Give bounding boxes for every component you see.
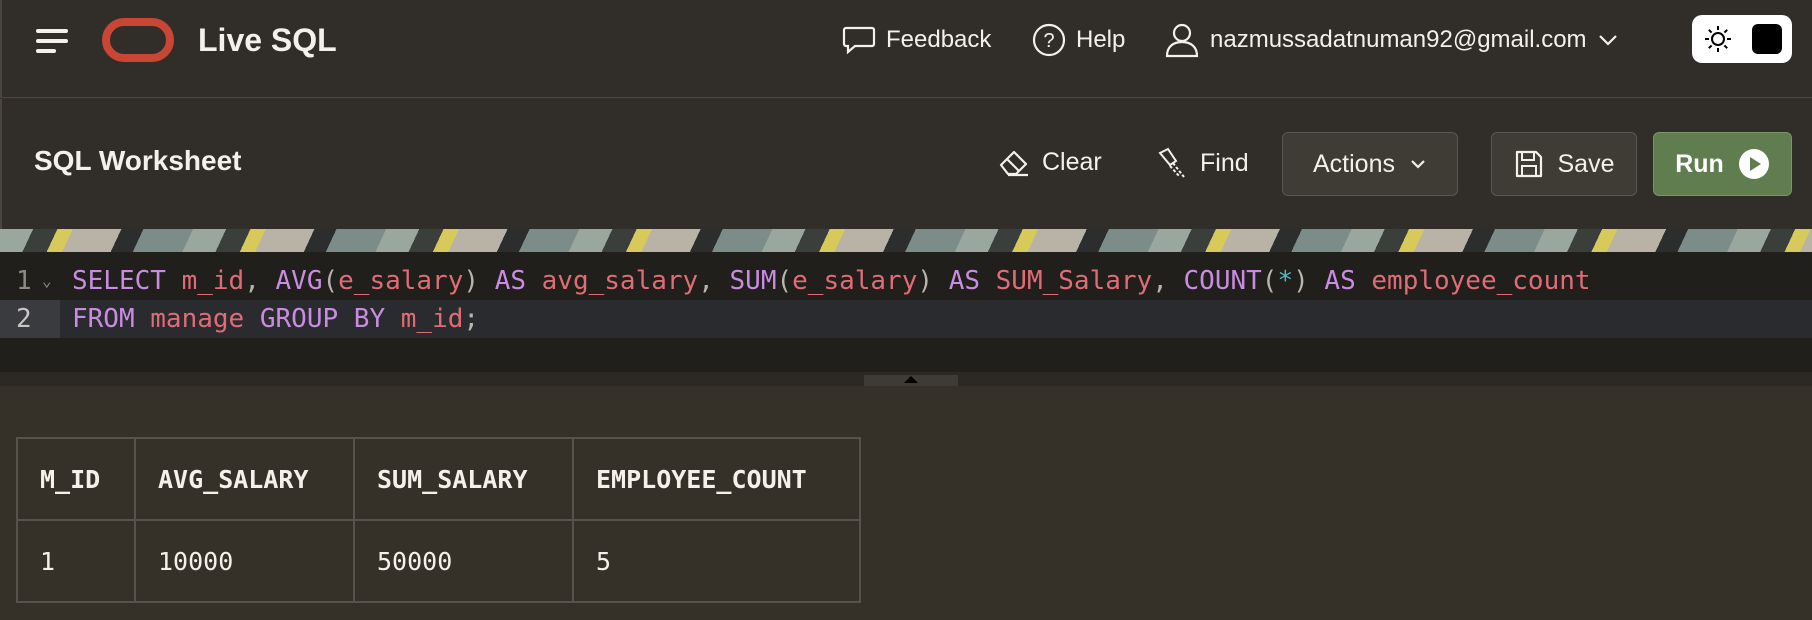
help-label: Help: [1076, 26, 1126, 53]
column-header: AVG_SALARY: [134, 437, 355, 521]
menu-icon[interactable]: [36, 27, 70, 53]
worksheet-toolbar: SQL Worksheet Clear Find Actions Save Ru…: [0, 99, 1812, 229]
table-cell: 10000: [134, 519, 355, 603]
help-circle-icon: ?: [1032, 23, 1066, 57]
play-icon: [1738, 149, 1769, 179]
run-label: Run: [1675, 149, 1724, 178]
clear-label: Clear: [1042, 147, 1102, 176]
sun-icon: [1705, 26, 1731, 52]
toggle-knob: [1752, 24, 1782, 54]
decorative-banner: [0, 229, 1812, 252]
run-button[interactable]: Run: [1653, 132, 1792, 196]
chevron-down-icon: [1598, 35, 1617, 46]
table-cell: 50000: [353, 519, 574, 603]
save-icon: [1515, 150, 1542, 178]
column-header: SUM_SALARY: [353, 437, 574, 521]
code-line[interactable]: 1 ⌄ SELECT m_id, AVG(e_salary) AS avg_sa…: [0, 262, 1812, 300]
user-menu[interactable]: nazmussadatnuman92@gmail.com: [1164, 20, 1619, 60]
table-header-row: M_ID AVG_SALARY SUM_SALARY EMPLOYEE_COUN…: [16, 437, 861, 521]
top-header: Live SQL Feedback ? Help nazmussadatnuma…: [0, 0, 1812, 98]
app-title: Live SQL: [198, 22, 337, 58]
feedback-label: Feedback: [886, 26, 992, 53]
actions-label: Actions: [1313, 149, 1395, 178]
save-button[interactable]: Save: [1491, 132, 1637, 196]
oracle-logo[interactable]: [102, 18, 174, 62]
find-label: Find: [1200, 148, 1249, 177]
code-line[interactable]: 2 FROM manage GROUP BY m_id;: [0, 300, 1812, 338]
find-button[interactable]: Find: [1156, 147, 1249, 179]
user-email: nazmussadatnuman92@gmail.com: [1210, 26, 1587, 53]
column-header: M_ID: [16, 437, 136, 521]
theme-toggle[interactable]: [1692, 15, 1792, 63]
page-title: SQL Worksheet: [34, 145, 242, 176]
sql-editor[interactable]: 1 ⌄ SELECT m_id, AVG(e_salary) AS avg_sa…: [0, 252, 1812, 372]
svg-text:?: ?: [1043, 30, 1054, 52]
resize-handle[interactable]: [864, 375, 958, 386]
code-text[interactable]: SELECT m_id, AVG(e_salary) AS avg_salary…: [72, 262, 1591, 300]
table-cell: 1: [16, 519, 136, 603]
clear-button[interactable]: Clear: [998, 147, 1102, 177]
user-icon: [1165, 23, 1199, 58]
chat-bubble-icon: [842, 26, 876, 55]
line-number: 2: [0, 300, 60, 338]
table-row: 1 10000 50000 5: [16, 519, 861, 603]
actions-dropdown[interactable]: Actions: [1282, 132, 1458, 196]
fold-chevron-icon[interactable]: ⌄: [42, 262, 52, 300]
column-header: EMPLOYEE_COUNT: [572, 437, 861, 521]
help-link[interactable]: ? Help: [1032, 20, 1125, 60]
results-table: M_ID AVG_SALARY SUM_SALARY EMPLOYEE_COUN…: [16, 437, 861, 603]
chevron-down-icon: [1411, 160, 1425, 169]
feedback-link[interactable]: Feedback: [842, 20, 991, 60]
eraser-icon: [999, 150, 1028, 177]
code-text[interactable]: FROM manage GROUP BY m_id;: [72, 300, 479, 338]
table-cell: 5: [572, 519, 861, 603]
flashlight-icon: [1158, 147, 1185, 178]
save-label: Save: [1557, 149, 1615, 178]
